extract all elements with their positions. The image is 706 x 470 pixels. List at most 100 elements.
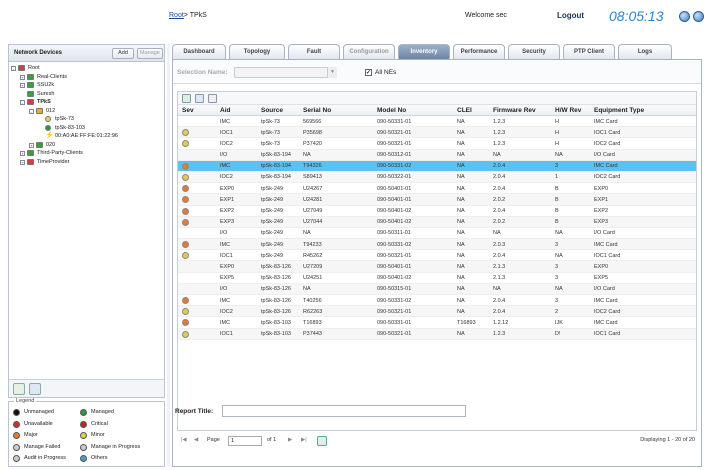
selection-name-select[interactable]	[234, 67, 337, 78]
last-page-icon[interactable]: ▶|	[301, 437, 307, 443]
prev-page-icon[interactable]: ◀	[194, 437, 198, 443]
column-header[interactable]: Sev	[182, 107, 194, 114]
table-row[interactable]: IOC2 tpSk-73 P37420 090-50321-01 NA 1.2.3 H IOC…	[178, 138, 696, 150]
table-row[interactable]: EXP0 tpSk-249 U24267 090-50401-01 NA 2.0.4 B EX…	[178, 183, 696, 195]
table-cell: EXP2	[594, 208, 609, 214]
tree-node-label: tpSk-73	[55, 116, 74, 122]
table-cell: 090-50401-01	[377, 196, 412, 203]
expand-icon[interactable]: +	[20, 159, 25, 165]
table-cell: tpSk-249	[261, 196, 284, 203]
page-input[interactable]: 1	[228, 436, 262, 446]
table-cell: I/O	[220, 230, 228, 237]
table-cell: IOC1	[220, 331, 233, 338]
table-cell: tpSk-83-126	[261, 308, 291, 315]
help-icon[interactable]	[679, 11, 690, 22]
table-cell: IMC	[220, 241, 231, 248]
chevron-down-icon[interactable]: ▼	[327, 67, 337, 78]
legend-label: Unavailable	[24, 420, 53, 427]
tree-node[interactable]: - 012	[11, 107, 163, 116]
table-row[interactable]: IMC tpSk-73 569566 090-50331-01 NA 1.2.3 H IMC …	[178, 116, 696, 128]
add-button[interactable]: Add	[112, 48, 134, 59]
table-cell: U27044	[303, 219, 323, 226]
column-header[interactable]: Equipment Type	[594, 107, 644, 114]
table-row[interactable]: IMC tpSk-83-103 T16893 090-50331-01 T16893 1.…	[178, 317, 696, 329]
tree-node[interactable]: tpSk-83-103	[11, 124, 163, 133]
table-row[interactable]: EXP0 tpSk-83-126 U27209 090-50401-01 NA 2.1.3…	[178, 261, 696, 273]
table-row[interactable]: I/O tpSk-83-194 NA 090-50312-01 NA NA NA I/O Ca…	[178, 149, 696, 161]
table-row[interactable]: EXP2 tpSk-249 U27049 090-50401-02 NA 2.0.4 B EX…	[178, 206, 696, 217]
table-cell: P37420	[303, 140, 322, 147]
table-cell: 1.2.12	[493, 319, 509, 326]
report-title-input[interactable]	[222, 405, 466, 417]
breadcrumb-root-link[interactable]: Root	[169, 12, 184, 19]
tab-fault[interactable]: Fault	[288, 44, 340, 59]
table-cell: 090-50401-02	[377, 275, 412, 282]
pagination-bar: |◀ ◀ Page 1 of 1 ▶ ▶| Displaying 1 - 20 …	[177, 436, 697, 447]
refresh-icon[interactable]	[317, 436, 327, 446]
table-row[interactable]: EXP5 tpSk-83-126 U24251 090-50401-02 NA 2.1.3…	[178, 273, 696, 284]
tree-node[interactable]: Suresh	[11, 90, 163, 99]
panel-splitter[interactable]	[167, 44, 170, 467]
tab-inventory[interactable]: Inventory	[398, 44, 450, 59]
table-cell: 090-50311-01	[377, 230, 411, 237]
next-page-icon[interactable]: ▶	[288, 437, 292, 443]
search-icon[interactable]	[29, 383, 41, 395]
expand-icon[interactable]: +	[20, 83, 25, 88]
logout-link[interactable]: Logout	[557, 11, 584, 20]
info-icon[interactable]	[693, 11, 704, 22]
manage-button[interactable]: Manage	[137, 48, 163, 59]
table-row[interactable]: IMC tpSk-83-194 T94326 090-50331-02 NA 2.0.4 3…	[178, 160, 696, 172]
first-page-icon[interactable]: |◀	[181, 437, 187, 443]
tree-node[interactable]: - Root	[11, 64, 163, 73]
column-header[interactable]: Model No	[377, 107, 406, 114]
tab-configuration[interactable]: Configuration	[343, 44, 395, 59]
refresh-icon[interactable]	[13, 383, 25, 395]
tab-topology[interactable]: Topology	[229, 44, 285, 59]
column-header[interactable]: Firmware Rev	[493, 107, 536, 114]
print-icon[interactable]	[208, 94, 217, 103]
tab-security[interactable]: Security	[508, 44, 560, 59]
column-header[interactable]: CLEI	[457, 107, 472, 114]
column-header[interactable]: Aid	[220, 107, 230, 114]
tree-node[interactable]: + SSU2k	[11, 81, 163, 90]
table-row[interactable]: IOC1 tpSk-83-103 P37443 090-50321-01 NA 1.2.3…	[178, 328, 696, 340]
tab-dashboard[interactable]: Dashboard	[172, 44, 226, 59]
export-icon[interactable]	[195, 94, 204, 103]
all-nes-checkbox[interactable]: ✓	[365, 69, 372, 76]
table-row[interactable]: IOC1 tpSk-73 P35698 090-50321-01 NA 1.2.3 H IOC…	[178, 127, 696, 139]
table-row[interactable]: I/O tpSk-83-126 NA 090-50315-01 NA NA NA I/O Ca…	[178, 283, 696, 295]
tab-ptp-client[interactable]: PTP Client	[563, 44, 615, 59]
column-header[interactable]: Source	[261, 107, 283, 114]
table-row[interactable]: IOC2 tpSk-83-126 R62263 090-50321-01 NA 2.0.4…	[178, 306, 696, 318]
expand-icon[interactable]: +	[29, 142, 34, 148]
table-row[interactable]: I/O tpSk-249 NA 090-50311-01 NA NA NA I/O Card	[178, 228, 696, 240]
table-row[interactable]: IOC1 tpSk-249 R45262 090-50321-01 NA 2.0.4 NA I…	[178, 250, 696, 262]
table-row[interactable]: IMC tpSk-83-126 T40256 090-50331-02 NA 2.0.4 3…	[178, 295, 696, 307]
tree-node[interactable]: + Real-Clients	[11, 73, 163, 82]
expand-icon[interactable]: +	[20, 151, 25, 156]
tree-node[interactable]: + TimeProvider	[11, 158, 163, 167]
table-row[interactable]: EXP3 tpSk-249 U27044 090-50401-02 NA 2.0.2 B EX…	[178, 216, 696, 228]
column-header[interactable]: H/W Rev	[555, 107, 581, 114]
tree-node[interactable]: tpSk-73	[11, 115, 163, 124]
tree-node-label: 00:A0:AE:FF:FE:01:22:96	[55, 133, 118, 139]
expand-icon[interactable]: +	[20, 74, 25, 80]
table-row[interactable]: IMC tpSk-249 T94233 090-50331-02 NA 2.0.3 3 IMC…	[178, 239, 696, 251]
table-cell: EXP3	[594, 219, 609, 226]
column-header[interactable]: Serial No	[303, 107, 331, 114]
refresh-icon[interactable]	[182, 94, 191, 103]
collapse-icon[interactable]: -	[11, 66, 16, 71]
tree-node[interactable]: - TPkS	[11, 98, 163, 107]
tree-node[interactable]: + Third-Party-Clients	[11, 149, 163, 158]
tab-logs[interactable]: Logs	[618, 44, 672, 59]
legend-status-icon	[13, 443, 20, 451]
collapse-icon[interactable]: -	[20, 100, 25, 105]
severity-icon	[182, 129, 189, 137]
table-row[interactable]: EXP1 tpSk-249 U24281 090-50401-01 NA 2.0.2 B EX…	[178, 194, 696, 206]
tree-node[interactable]: +020	[11, 141, 163, 150]
table-row[interactable]: IOC2 tpSk-83-194 S89413 090-50322-01 NA 2.0.4…	[178, 171, 696, 184]
tab-performance[interactable]: Performance	[453, 44, 505, 59]
collapse-icon[interactable]: -	[29, 108, 34, 114]
severity-icon	[182, 308, 189, 316]
tree-node[interactable]: ⚡ 00:A0:AE:FF:FE:01:22:96	[11, 132, 163, 141]
